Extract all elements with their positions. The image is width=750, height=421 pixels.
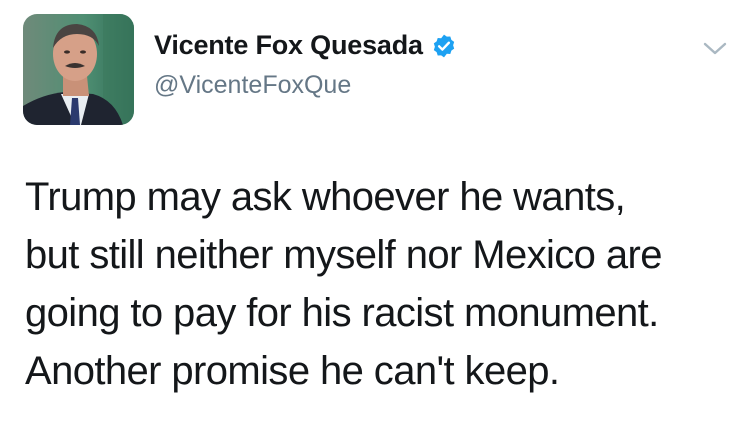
avatar-image [23,14,134,125]
tweet-text-line: going to pay for his racist monument. [25,291,659,335]
author-handle[interactable]: @VicenteFoxQue [154,71,351,100]
tweet-text-line: but still neither myself nor Mexico are [25,233,662,277]
tweet-card: Vicente Fox Quesada @VicenteFoxQue Trump… [0,0,750,421]
chevron-down-icon[interactable] [702,40,728,58]
display-name[interactable]: Vicente Fox Quesada [154,30,423,61]
verified-badge-icon [431,33,457,59]
author-name-row[interactable]: Vicente Fox Quesada [154,30,457,61]
tweet-text-line: Trump may ask whoever he wants, [25,175,626,219]
tweet-text: Trump may ask whoever he wants, but stil… [25,168,735,400]
avatar[interactable] [23,14,134,125]
tweet-text-line: Another promise he can't keep. [25,349,560,393]
